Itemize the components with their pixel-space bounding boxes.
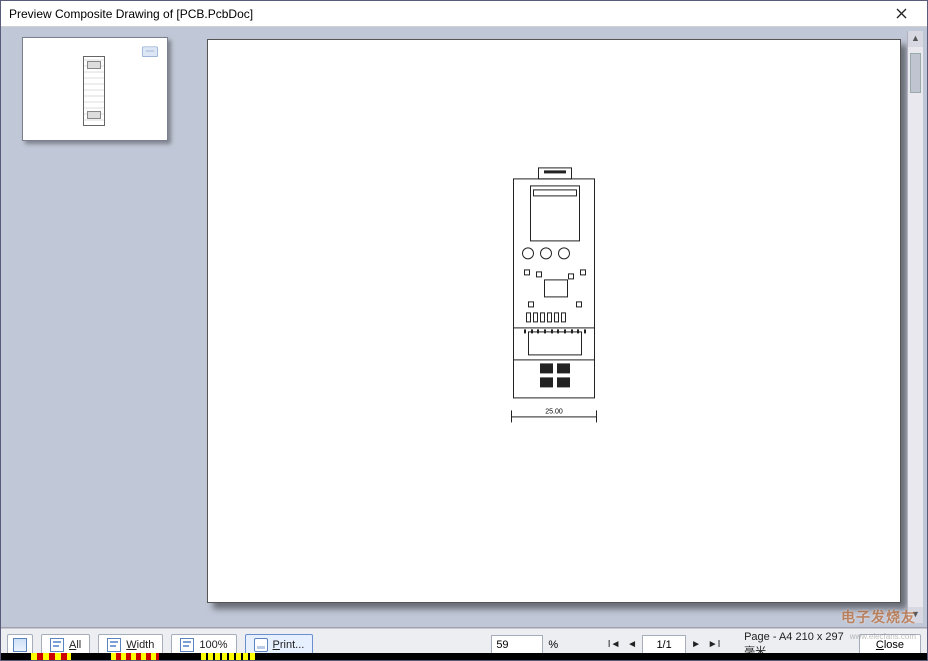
zoom-group: % bbox=[491, 635, 558, 655]
hand-icon bbox=[141, 44, 159, 58]
last-page-button[interactable]: ►I bbox=[706, 636, 722, 654]
printer-icon bbox=[254, 638, 268, 652]
page-icon bbox=[50, 638, 64, 652]
preview-page[interactable]: 25.00 bbox=[207, 39, 901, 603]
zoom-100-label: 100% bbox=[199, 639, 227, 651]
page-thumbnail[interactable] bbox=[22, 37, 168, 141]
prev-page-button[interactable]: ◄ bbox=[624, 636, 640, 654]
status-strip bbox=[1, 653, 927, 660]
window-title: Preview Composite Drawing of [PCB.PcbDoc… bbox=[9, 7, 881, 21]
dimension-annotation: 25.00 bbox=[511, 410, 597, 422]
titlebar[interactable]: Preview Composite Drawing of [PCB.PcbDoc… bbox=[1, 1, 927, 27]
zoom-all-label: All bbox=[69, 639, 81, 651]
pcb-drawing: 25.00 bbox=[513, 178, 595, 408]
thumbnail-panel bbox=[5, 31, 185, 623]
thumbnail-pcb-graphic bbox=[83, 56, 105, 126]
next-page-button[interactable]: ► bbox=[688, 636, 704, 654]
print-label: Print... bbox=[273, 639, 305, 651]
scroll-thumb[interactable] bbox=[910, 53, 921, 93]
zoom-width-label: Width bbox=[126, 639, 154, 651]
zoom-input[interactable] bbox=[491, 635, 543, 655]
page-icon bbox=[180, 638, 194, 652]
scroll-up-button[interactable]: ▲ bbox=[908, 31, 923, 47]
preview-panel[interactable]: 25.00 ▲ ▼ bbox=[189, 31, 923, 623]
scroll-down-button[interactable]: ▼ bbox=[908, 607, 923, 623]
preview-window: Preview Composite Drawing of [PCB.PcbDoc… bbox=[0, 0, 928, 661]
vertical-scrollbar[interactable]: ▲ ▼ bbox=[907, 31, 923, 623]
page-nav-group: I◄ ◄ ► ►I bbox=[606, 635, 722, 655]
content-area: 25.00 ▲ ▼ bbox=[1, 27, 927, 628]
dimension-value: 25.00 bbox=[543, 408, 565, 415]
page-number-input[interactable] bbox=[642, 635, 686, 655]
page-icon bbox=[107, 638, 121, 652]
window-close-button[interactable] bbox=[881, 4, 921, 24]
percent-label: % bbox=[546, 639, 558, 651]
first-page-button[interactable]: I◄ bbox=[606, 636, 622, 654]
close-icon bbox=[896, 8, 907, 19]
fit-page-icon bbox=[13, 638, 27, 652]
